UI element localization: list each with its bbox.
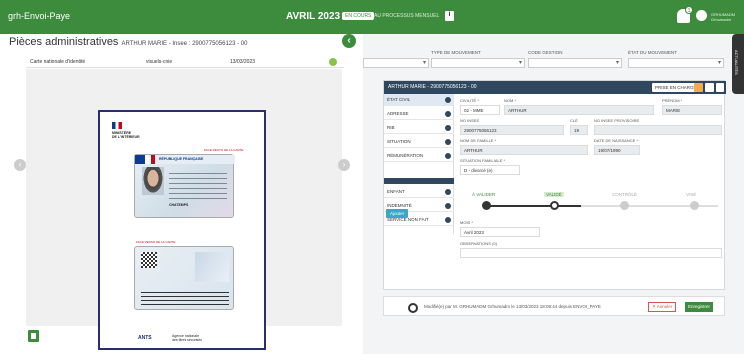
- document-viewer: MINISTÈRE DE L'INTÉRIEUR FACE RECTO DE LA…: [26, 69, 342, 350]
- document-row[interactable]: Carte nationale d'identité visuels-cnie …: [26, 56, 344, 68]
- top-bar: grh-Envoi-Paye AVRIL 2023 EN COURS AU PR…: [0, 0, 744, 34]
- step-a-valider: À VALIDER: [472, 192, 496, 197]
- step-dot-a-valider: [482, 201, 491, 210]
- period-info: AU PROCESSUS MENSUEL: [374, 13, 440, 19]
- dossier-header: ARTHUR MARIE - 2900775056123 - 00 PRISE …: [384, 81, 726, 94]
- previous-document-button[interactable]: ‹: [14, 159, 26, 171]
- agency-text: Agence nationale des titres sécurisés: [172, 334, 202, 342]
- id-card-recto: RÉPUBLIQUE FRANÇAISE CHATEMPS: [134, 154, 235, 218]
- insee-provisoire-label: NO INSEE PROVISOIRE: [594, 118, 640, 123]
- mrz-lines: [141, 289, 229, 305]
- step-dot-valide: [550, 201, 559, 210]
- nav-item-remuneration[interactable]: RÉMUNÉRATION: [384, 150, 454, 162]
- nav-item-rib[interactable]: RIB: [384, 122, 454, 134]
- observations-field[interactable]: [460, 248, 722, 258]
- recto-label: FACE RECTO DE LA CARTE: [204, 148, 244, 152]
- step-valide: VALIDÉ: [544, 192, 564, 197]
- mois-select[interactable]: Avril 2023: [460, 227, 540, 237]
- nom-famille-field[interactable]: ARTHUR: [460, 145, 588, 155]
- modal-subtitle: ARTHUR MARIE - Insee : 2900775056123 - 0…: [121, 41, 248, 47]
- civilite-select[interactable]: 02 - MME: [460, 105, 500, 115]
- filters: TYPE DE MOUVEMENT CODE GESTION ÉTAT DU M…: [363, 48, 744, 78]
- prenom-field[interactable]: MARIE: [662, 105, 722, 115]
- document-file: visuels-cnie: [146, 59, 173, 65]
- filter-label-etat: ÉTAT DU MOUVEMENT: [628, 50, 678, 55]
- download-pdf-icon[interactable]: [28, 330, 39, 342]
- step-vise: VISÉ: [686, 192, 697, 197]
- filter-label-type: TYPE DE MOUVEMENT: [431, 50, 481, 55]
- next-document-button[interactable]: ›: [338, 159, 350, 171]
- insee-field[interactable]: 2900775056123: [460, 125, 564, 135]
- close-modal-button[interactable]: ‹: [342, 34, 356, 48]
- filter-select-code[interactable]: [528, 58, 622, 68]
- qr-code-icon: [141, 252, 157, 268]
- nom-label: NOM *: [504, 98, 516, 103]
- pieces-modal: Pièces administratives ARTHUR MARIE - In…: [0, 34, 363, 354]
- id-card-verso: [134, 246, 234, 310]
- situation-familiale-select[interactable]: D - divorcé (e): [460, 165, 520, 175]
- document-date: 13/03/2023: [230, 59, 256, 65]
- annuler-button[interactable]: ✕ Annuler: [648, 302, 677, 312]
- nom-field[interactable]: ARTHUR: [504, 105, 654, 115]
- mail-icon[interactable]: [705, 83, 714, 92]
- user-avatar-icon[interactable]: [696, 10, 707, 21]
- step-controle: CONTRÔLÉ: [612, 192, 638, 197]
- modified-by-text: Modifié(e) par M. GRHUMADM Grhumadm le 1…: [424, 304, 601, 309]
- step-dot-controle: [620, 201, 629, 210]
- history-icon[interactable]: [408, 303, 418, 313]
- step-dot-vise: [690, 201, 699, 210]
- filter-select[interactable]: [363, 58, 429, 68]
- workflow-line: [486, 205, 718, 207]
- nav-item-etat-civil[interactable]: ÉTAT CIVIL: [384, 94, 454, 106]
- dossier-footer: Modifié(e) par M. GRHUMADM Grhumadm le 1…: [383, 296, 725, 316]
- ajouter-button[interactable]: Ajouter: [386, 209, 409, 218]
- civilite-label: CIVILITÉ *: [460, 98, 479, 103]
- nav-item-enfant[interactable]: ENFANT: [384, 186, 454, 198]
- card-name: CHATEMPS: [169, 203, 189, 207]
- ministry-text: MINISTÈRE DE L'INTÉRIEUR: [112, 131, 140, 139]
- notification-icon[interactable]: 1: [677, 6, 693, 23]
- id-photo-icon: [142, 167, 164, 195]
- prise-en-charge-button[interactable]: PRISE EN CHARGE: [652, 83, 700, 92]
- filter-label-code: CODE GESTION: [528, 50, 563, 55]
- naissance-field[interactable]: 19/07/1990: [594, 145, 640, 155]
- user-name[interactable]: GRHUMADM Grhumadm: [711, 12, 735, 22]
- notification-count: 1: [685, 6, 693, 14]
- card-title: RÉPUBLIQUE FRANÇAISE: [159, 157, 204, 161]
- situation-familiale-label: SITUATION FAMILIALE *: [460, 158, 506, 163]
- document-page: MINISTÈRE DE L'INTÉRIEUR FACE RECTO DE LA…: [98, 110, 266, 350]
- nav-item-situation[interactable]: SITUATION: [384, 136, 454, 148]
- insee-label: NO INSEE: [460, 118, 480, 123]
- insee-provisoire-field[interactable]: [594, 125, 722, 135]
- dossier-background: TYPE DE MOUVEMENT CODE GESTION ÉTAT DU M…: [363, 34, 744, 354]
- cle-label: CLÉ: [570, 118, 578, 123]
- enregistrer-button[interactable]: Enregistrer: [685, 302, 714, 312]
- verso-label: FACE VERSO DE LA CARTE: [136, 240, 176, 244]
- ants-logo: ANTS: [138, 335, 152, 341]
- period-status-badge: EN COURS: [342, 12, 375, 20]
- nav-separator: [384, 178, 454, 184]
- mois-label: MOIS *: [460, 220, 473, 225]
- nom-famille-label: NOM DE FAMILLE *: [460, 138, 497, 143]
- prenom-label: PRÉNOM *: [662, 98, 683, 103]
- modal-title: Pièces administratives ARTHUR MARIE - In…: [9, 36, 248, 48]
- nav-item-adresse[interactable]: ADRESSE: [384, 108, 454, 120]
- naissance-label: DATE DE NAISSANCE *: [594, 138, 638, 143]
- filter-select-type[interactable]: [431, 58, 525, 68]
- document-validated-icon[interactable]: [329, 58, 337, 66]
- document-type: Carte nationale d'identité: [30, 59, 86, 65]
- observations-label: OBSERVATIONS (0): [460, 241, 497, 246]
- filter-select-etat[interactable]: [628, 58, 724, 68]
- cle-field[interactable]: 19: [570, 125, 588, 135]
- app-title[interactable]: grh-Envoi-Paye: [8, 11, 70, 21]
- dossier-panel: ARTHUR MARIE - 2900775056123 - 00 PRISE …: [383, 80, 726, 290]
- actualites-side-tab[interactable]: ACTUALITÉS: [732, 34, 744, 94]
- folder-icon[interactable]: [694, 83, 703, 92]
- marianne-logo-icon: [112, 122, 122, 129]
- period-label[interactable]: AVRIL 2023: [286, 11, 340, 22]
- info-icon[interactable]: i: [445, 11, 454, 21]
- edit-icon[interactable]: [716, 83, 724, 92]
